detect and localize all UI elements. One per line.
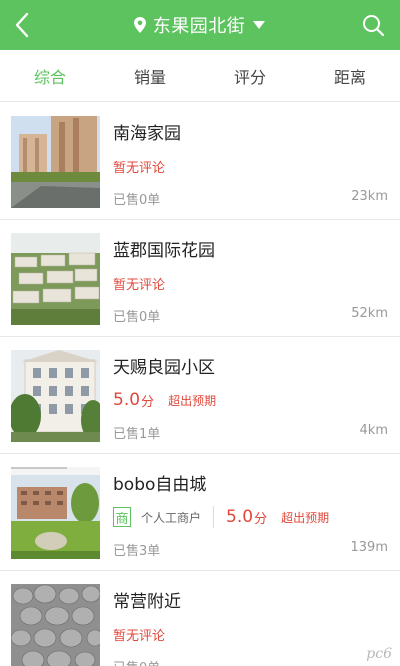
location-selector[interactable]: 东果园北街 — [0, 0, 400, 50]
sold-count: 已售1单 — [113, 427, 161, 442]
rating-row: 暂无评论 — [113, 270, 165, 296]
no-review-label: 暂无评论 — [113, 628, 166, 644]
listing-thumbnail — [11, 116, 100, 208]
rating-row: 暂无评论 — [113, 621, 165, 647]
watermark-logo: pc6 — [366, 646, 392, 662]
list-item[interactable]: bobo自由城 商 个人工商户 5.0 分 超出预期 已售3单 139m — [0, 454, 400, 571]
listing-title: bobo自由城 — [113, 475, 207, 495]
search-button[interactable] — [358, 10, 388, 40]
listing-title: 天赐良园小区 — [113, 358, 215, 378]
search-icon — [363, 15, 385, 37]
listing-title: 南海家园 — [113, 124, 181, 144]
rating-row: 5.0 分 超出预期 — [113, 387, 216, 413]
rating-row: 商 个人工商户 5.0 分 超出预期 — [113, 504, 329, 530]
list-item[interactable]: 常营附近 暂无评论 已售0单 — [0, 571, 400, 666]
distance-label: 139m — [350, 540, 388, 555]
score-unit: 分 — [141, 394, 155, 410]
listing-thumbnail — [11, 350, 100, 442]
listing-title: 常营附近 — [113, 592, 181, 612]
list-item[interactable]: 天赐良园小区 5.0 分 超出预期 已售1单 4km — [0, 337, 400, 454]
location-pin-icon — [133, 17, 146, 33]
caret-down-icon — [253, 21, 266, 29]
exceed-expectation-label: 超出预期 — [168, 393, 217, 408]
sold-count: 已售0单 — [113, 657, 160, 666]
distance-label: 4km — [359, 423, 388, 438]
no-review-label: 暂无评论 — [113, 277, 166, 293]
score-value: 5.0 — [226, 507, 254, 527]
score-unit: 分 — [254, 511, 268, 527]
exceed-expectation-label: 超出预期 — [281, 510, 330, 525]
listing-thumbnail — [11, 233, 100, 325]
sold-count: 已售0单 — [113, 310, 161, 325]
list-item[interactable]: 蓝郡国际花园 暂无评论 已售0单 52km — [0, 220, 400, 337]
sort-tabs: 综合 销量 评分 距离 — [0, 50, 400, 102]
tab-comprehensive[interactable]: 综合 — [0, 50, 100, 101]
listing-thumbnail — [11, 467, 100, 559]
no-review-label: 暂无评论 — [113, 160, 166, 176]
merchant-badge: 商 — [113, 507, 131, 527]
listing-thumbnail — [11, 584, 100, 666]
tab-rating[interactable]: 评分 — [200, 50, 300, 101]
tab-sales[interactable]: 销量 — [100, 50, 200, 101]
location-label: 东果园北街 — [152, 16, 246, 37]
score-value: 5.0 — [113, 390, 141, 410]
distance-label: 52km — [351, 306, 388, 321]
app-header: 东果园北街 — [0, 0, 400, 50]
rating-row: 暂无评论 — [113, 153, 165, 179]
sold-count: 已售0单 — [113, 193, 161, 208]
tab-distance[interactable]: 距离 — [300, 50, 400, 101]
list-item[interactable]: 南海家园 暂无评论 已售0单 23km — [0, 103, 400, 220]
listing-title: 蓝郡国际花园 — [113, 241, 215, 261]
divider — [213, 506, 215, 528]
merchant-type: 个人工商户 — [141, 510, 202, 525]
distance-label: 23km — [351, 189, 388, 204]
sold-count: 已售3单 — [113, 544, 161, 559]
listing-list: 南海家园 暂无评论 已售0单 23km 蓝郡国际花园 暂无评论 已售0单 52k… — [0, 103, 400, 666]
